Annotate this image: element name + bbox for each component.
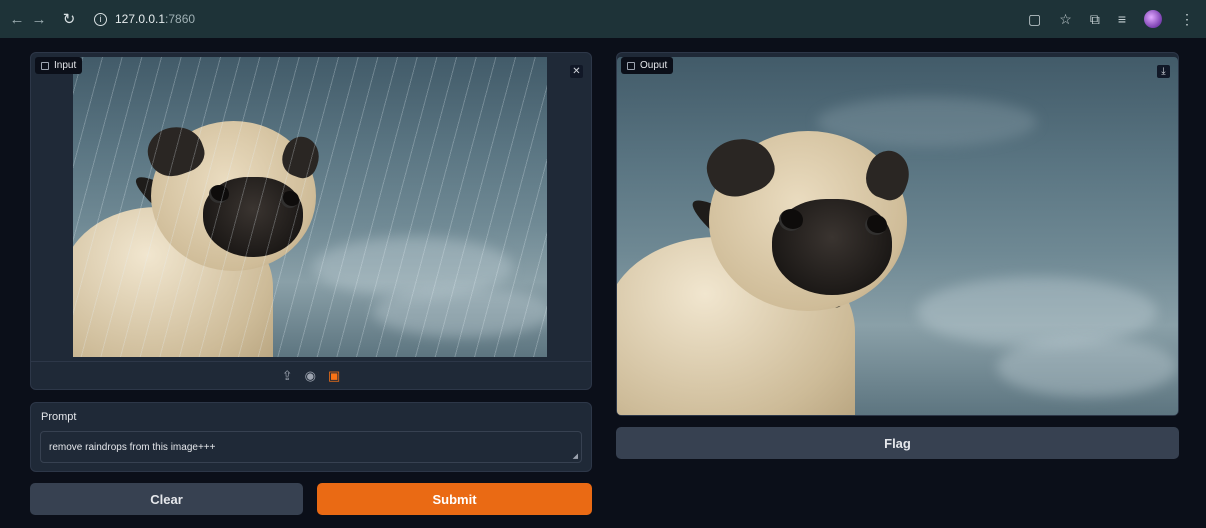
image-source-bar: ⇪ ◉ ▣ [31,361,591,389]
clear-button[interactable]: Clear [30,483,303,515]
image-icon [41,61,49,70]
prompt-value: remove raindrops from this image+++ [49,442,216,453]
site-info-icon[interactable]: i [94,12,107,26]
address-bar[interactable]: i 127.0.0.1:7860 [94,12,195,26]
webcam-icon[interactable]: ◉ [305,368,316,384]
download-icon[interactable]: ⤓ [1157,65,1170,78]
output-image [617,57,1178,415]
input-image[interactable] [73,57,547,357]
upload-icon[interactable]: ⇪ [282,368,293,384]
prompt-panel: Prompt remove raindrops from this image+… [30,402,592,472]
bookmark-star-icon[interactable]: ☆ [1059,11,1072,28]
close-icon[interactable]: ✕ [570,65,583,78]
clipboard-icon[interactable]: ▢ [1028,11,1041,28]
output-image-panel: Ouput ⤓ [616,52,1179,416]
output-label: Ouput [621,57,674,74]
reload-icon[interactable]: ↻ [58,10,80,28]
input-image-panel: Input ✕ ⇪ ◉ ▣ [30,52,592,390]
submit-button[interactable]: Submit [317,483,592,515]
resize-handle-icon[interactable]: ◢ [573,452,578,460]
menu-icon[interactable]: ⋮ [1180,11,1194,28]
prompt-label: Prompt [41,411,77,423]
clipboard-icon[interactable]: ▣ [328,368,340,384]
extensions-icon[interactable]: ⧉ [1090,11,1100,28]
media-controls-icon[interactable]: ≡ [1118,11,1126,27]
avatar[interactable] [1144,10,1162,28]
forward-icon[interactable]: → [28,11,50,28]
browser-toolbar: ← → ↻ i 127.0.0.1:7860 ▢ ☆ ⧉ ≡ ⋮ [0,0,1206,38]
flag-button[interactable]: Flag [616,427,1179,459]
gradio-app: Input ✕ ⇪ ◉ ▣ Prompt remove raindrops fr… [0,38,1206,528]
input-label: Input [35,57,83,74]
prompt-textarea[interactable]: remove raindrops from this image+++ ◢ [40,431,582,463]
url-text: 127.0.0.1:7860 [115,12,196,26]
back-icon[interactable]: ← [6,11,28,28]
image-icon [627,61,635,70]
